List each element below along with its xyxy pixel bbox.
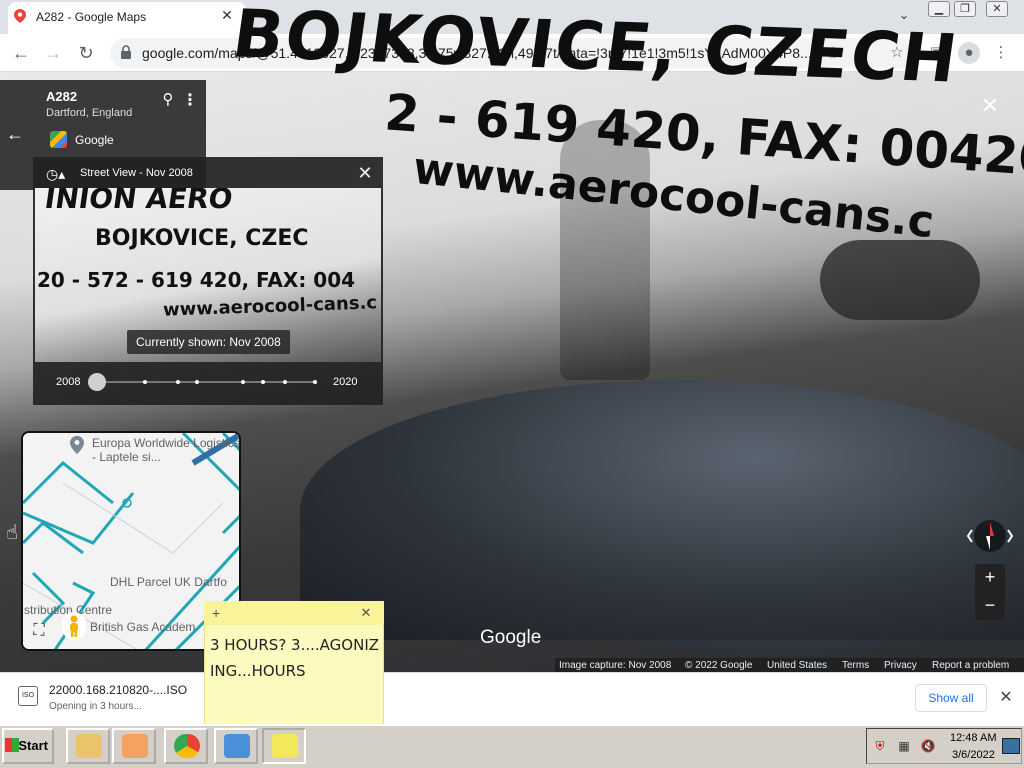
- download-shelf-close-icon[interactable]: ✕: [996, 688, 1016, 708]
- forward-arrow-icon[interactable]: →: [40, 40, 66, 66]
- google-maps-favicon-icon: [14, 9, 26, 23]
- timeline-tick[interactable]: [261, 380, 265, 384]
- taskbar-app[interactable]: [214, 728, 258, 764]
- show-all-button[interactable]: Show all: [915, 684, 987, 712]
- terms-link[interactable]: Terms: [842, 660, 869, 671]
- google-maps-logo-icon: [50, 131, 67, 148]
- lock-icon: [121, 45, 131, 59]
- system-tray: [866, 728, 1022, 764]
- zoom-out-icon[interactable]: −: [975, 592, 1005, 618]
- image-capture-date: Image capture: Nov 2008: [559, 660, 672, 671]
- iso-file-icon: ISO: [18, 686, 38, 706]
- show-desktop-icon[interactable]: [1002, 738, 1020, 754]
- privacy-link[interactable]: Privacy: [884, 660, 917, 671]
- network-icon[interactable]: ▦: [896, 738, 912, 754]
- close-street-view-icon[interactable]: ✕: [976, 92, 1004, 120]
- photographer-shadow: [560, 120, 650, 380]
- window-close-icon[interactable]: ✕: [986, 1, 1008, 17]
- folder-icon: [76, 734, 102, 758]
- map-label-dhl[interactable]: DHL Parcel UK Dartfo: [110, 575, 227, 589]
- windows-flag-icon: [5, 738, 19, 752]
- time-machine-close-icon[interactable]: ✕: [354, 163, 376, 185]
- sticky-notes-icon: [272, 734, 298, 758]
- preview-lettering-1: BOJKOVICE, CZEC: [95, 226, 309, 251]
- timeline-start-year: 2008: [56, 376, 81, 388]
- sticky-note-text[interactable]: 3 HOURS? 3....AGONIZING...HOURS: [210, 632, 382, 684]
- pegman-icon[interactable]: [62, 612, 86, 640]
- restore-icon[interactable]: ❐: [954, 1, 976, 17]
- download-shelf: [0, 672, 1024, 724]
- volume-muted-icon[interactable]: 🔇: [920, 738, 936, 754]
- app-icon: [224, 734, 250, 758]
- profile-avatar-icon[interactable]: ●: [958, 42, 980, 64]
- google-watermark: Google: [480, 627, 542, 648]
- location-pin-icon[interactable]: ⚲: [158, 90, 178, 112]
- country-link[interactable]: United States: [767, 660, 827, 671]
- preview-lettering-2: 20 - 572 - 619 420, FAX: 004: [37, 268, 356, 292]
- more-menu-icon[interactable]: ⋮: [990, 42, 1012, 64]
- sticky-note-header[interactable]: [204, 601, 384, 625]
- copyright-text: © 2022 Google: [685, 660, 753, 671]
- map-label-british-gas[interactable]: British Gas Academ: [90, 620, 195, 634]
- place-title: A282: [46, 89, 78, 104]
- preview-lettering-top: INION AERO: [42, 188, 235, 215]
- clock-time[interactable]: 12:48 AM: [950, 732, 996, 744]
- report-problem-link[interactable]: Report a problem: [932, 660, 1009, 671]
- download-status: Opening in 3 hours...: [49, 701, 142, 712]
- timeline-tick[interactable]: [241, 380, 245, 384]
- timeline-tick[interactable]: [143, 380, 147, 384]
- tab-close-icon[interactable]: ✕: [218, 6, 236, 24]
- minimize-icon[interactable]: ▁: [928, 1, 950, 17]
- car-hood: [300, 380, 1024, 640]
- back-arrow-icon[interactable]: ←: [8, 40, 34, 66]
- preview-lettering-3: www.aerocool-cans.c: [162, 292, 378, 321]
- sticky-close-icon[interactable]: ✕: [358, 605, 374, 621]
- truck-undercarriage: [820, 240, 980, 320]
- timeline-tick[interactable]: [283, 380, 287, 384]
- tab-title: A282 - Google Maps: [36, 10, 147, 24]
- place-subtitle: Dartford, England: [46, 107, 133, 119]
- hand-cursor-icon: ☝: [6, 522, 19, 544]
- taskbar-explorer[interactable]: [66, 728, 110, 764]
- provider-label: Google: [75, 133, 114, 147]
- zoom-in-icon[interactable]: +: [975, 564, 1005, 590]
- time-machine-label: Street View - Nov 2008: [80, 167, 193, 179]
- compass-icon[interactable]: [966, 516, 1014, 556]
- timeline-end-year: 2020: [333, 376, 358, 388]
- chrome-icon: [174, 734, 200, 758]
- history-clock-icon[interactable]: ◷▴: [46, 166, 68, 184]
- security-alert-icon[interactable]: ⛨: [872, 738, 888, 754]
- map-pin-icon[interactable]: [70, 436, 84, 454]
- reload-icon[interactable]: ↻: [73, 40, 99, 66]
- timeline-tick[interactable]: [195, 380, 199, 384]
- media-player-icon: [122, 734, 148, 758]
- taskbar-sticky-notes[interactable]: [262, 728, 306, 764]
- sticky-add-icon[interactable]: +: [212, 605, 228, 621]
- timeline-slider-handle[interactable]: [88, 373, 106, 391]
- taskbar-chrome[interactable]: [164, 728, 208, 764]
- download-file-name[interactable]: 22000.168.210820-....ISO: [49, 683, 187, 697]
- map-label-europa[interactable]: Europa Worldwide Logistics - Laptele si.…: [92, 436, 242, 464]
- taskbar-media-player[interactable]: [112, 728, 156, 764]
- currently-shown-label: Currently shown: Nov 2008: [127, 330, 290, 354]
- back-to-map-arrow-icon[interactable]: ←: [4, 124, 26, 146]
- more-options-icon[interactable]: ⋮: [182, 90, 198, 112]
- timeline-tick[interactable]: [176, 380, 180, 384]
- timeline-tick[interactable]: [313, 380, 317, 384]
- clock-date[interactable]: 3/6/2022: [952, 749, 995, 761]
- fullscreen-icon[interactable]: ⛶: [28, 620, 50, 642]
